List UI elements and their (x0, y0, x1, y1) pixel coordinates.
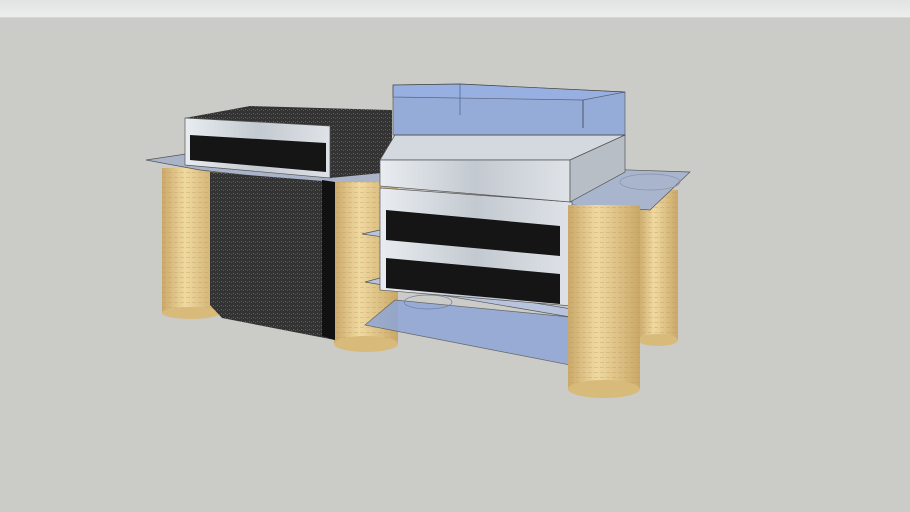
viewer-toolbar (0, 0, 910, 18)
outdoor-kitchen-model (145, 83, 691, 398)
stone-pillar-front-right (568, 205, 640, 398)
drawer-stack (379, 187, 573, 307)
model-viewport[interactable] (0, 18, 910, 512)
granite-cabinet (210, 172, 335, 340)
stone-pillar-back-right (638, 190, 678, 346)
warming-drawer-box (184, 106, 392, 179)
glass-enclosure (392, 83, 626, 136)
